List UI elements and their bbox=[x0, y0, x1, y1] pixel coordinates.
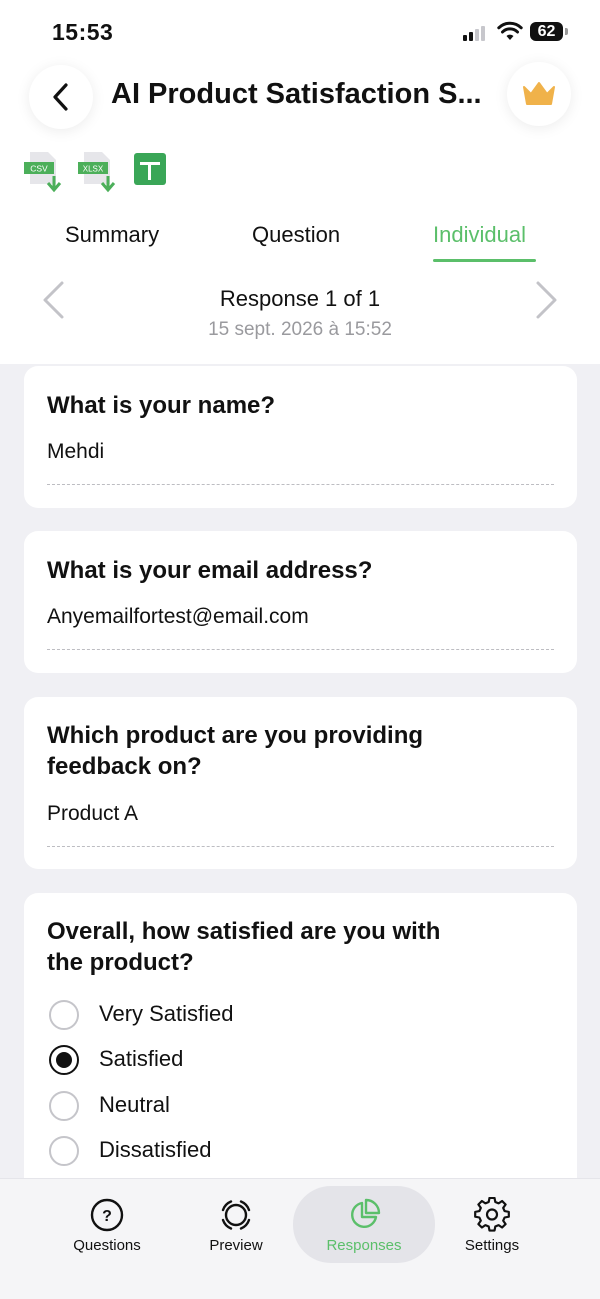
radio-button bbox=[49, 1091, 79, 1121]
answer-text: Mehdi bbox=[47, 440, 105, 463]
bottom-tab-bar: ? Questions Preview Responses Settings bbox=[0, 1178, 600, 1299]
preview-icon bbox=[221, 1200, 251, 1230]
active-tab-indicator bbox=[433, 259, 536, 262]
nav-responses[interactable]: Responses bbox=[294, 1179, 434, 1299]
chevron-left-icon bbox=[53, 83, 68, 111]
radio-button bbox=[49, 1136, 79, 1166]
wifi-icon bbox=[497, 21, 523, 40]
page-title: AI Product Satisfaction S... bbox=[111, 78, 482, 110]
answer-text: Product A bbox=[47, 802, 139, 825]
option-label: Very Satisfied bbox=[99, 1001, 234, 1026]
option-label: Dissatisfied bbox=[99, 1137, 212, 1162]
response-card: Overall, how satisfied are you with the … bbox=[24, 893, 577, 1213]
response-counter: Response 1 of 1 bbox=[219, 286, 381, 311]
nav-label: Responses bbox=[326, 1237, 402, 1254]
option-label: Neutral bbox=[99, 1092, 170, 1117]
radio-option-selected: Satisfied bbox=[47, 1044, 447, 1076]
answer-underline bbox=[47, 484, 554, 485]
svg-text:CSV: CSV bbox=[30, 164, 48, 174]
tab-summary[interactable]: Summary bbox=[65, 222, 159, 248]
tab-question[interactable]: Question bbox=[252, 222, 340, 248]
cellular-signal-icon bbox=[463, 25, 489, 41]
nav-settings[interactable]: Settings bbox=[422, 1179, 562, 1299]
nav-label: Questions bbox=[73, 1237, 141, 1254]
top-panel: 15:53 62 AI Product Satisfaction S... CS… bbox=[0, 0, 600, 364]
question-text: Overall, how satisfied are you with the … bbox=[47, 918, 441, 976]
nav-preview[interactable]: Preview bbox=[166, 1179, 306, 1299]
status-bar: 15:53 62 bbox=[0, 0, 600, 60]
nav-questions[interactable]: ? Questions bbox=[37, 1179, 177, 1299]
xlsx-download-icon[interactable]: XLSX bbox=[78, 150, 118, 196]
battery-tip bbox=[565, 28, 568, 35]
answer-text: Anyemailfortest@email.com bbox=[47, 605, 309, 628]
option-label: Satisfied bbox=[99, 1046, 184, 1071]
response-timestamp: 15 sept. 2026 à 15:52 bbox=[208, 319, 392, 340]
gear-icon bbox=[474, 1197, 510, 1232]
pie-chart-icon bbox=[351, 1198, 381, 1228]
response-card: What is your email address? Anyemailfort… bbox=[24, 531, 577, 673]
answer-underline bbox=[47, 846, 554, 847]
back-button[interactable] bbox=[29, 65, 93, 129]
response-card: What is your name? Mehdi bbox=[24, 366, 577, 508]
tab-individual[interactable]: Individual bbox=[433, 222, 526, 248]
svg-text:XLSX: XLSX bbox=[83, 165, 104, 174]
crown-icon bbox=[523, 82, 555, 105]
radio-button bbox=[49, 1000, 79, 1030]
question-text: Which product are you providing feedback… bbox=[47, 722, 424, 780]
question-text: What is your email address? bbox=[47, 557, 373, 584]
response-pager: Response 1 of 1 15 sept. 2026 à 15:52 bbox=[0, 278, 600, 348]
response-card: Which product are you providing feedback… bbox=[24, 697, 577, 869]
nav-header: AI Product Satisfaction S... bbox=[0, 62, 600, 132]
svg-text:?: ? bbox=[102, 1208, 112, 1225]
premium-button[interactable] bbox=[507, 62, 571, 126]
radio-button-selected bbox=[49, 1045, 79, 1075]
csv-download-icon[interactable]: CSV bbox=[24, 150, 64, 196]
question-circle-icon: ? bbox=[90, 1198, 124, 1232]
status-time: 15:53 bbox=[52, 19, 114, 45]
next-response-arrow-icon[interactable] bbox=[532, 280, 562, 320]
response-view-tabs: Summary Question Individual bbox=[0, 216, 600, 266]
nav-label: Settings bbox=[464, 1237, 520, 1254]
nav-label: Preview bbox=[209, 1237, 263, 1254]
google-sheets-icon[interactable] bbox=[134, 153, 166, 185]
battery-indicator: 62 bbox=[530, 22, 563, 41]
radio-option: Dissatisfied bbox=[47, 1135, 447, 1167]
question-text: What is your name? bbox=[47, 392, 276, 419]
radio-option: Very Satisfied bbox=[47, 999, 447, 1031]
radio-option: Neutral bbox=[47, 1090, 447, 1122]
answer-underline bbox=[47, 649, 554, 650]
